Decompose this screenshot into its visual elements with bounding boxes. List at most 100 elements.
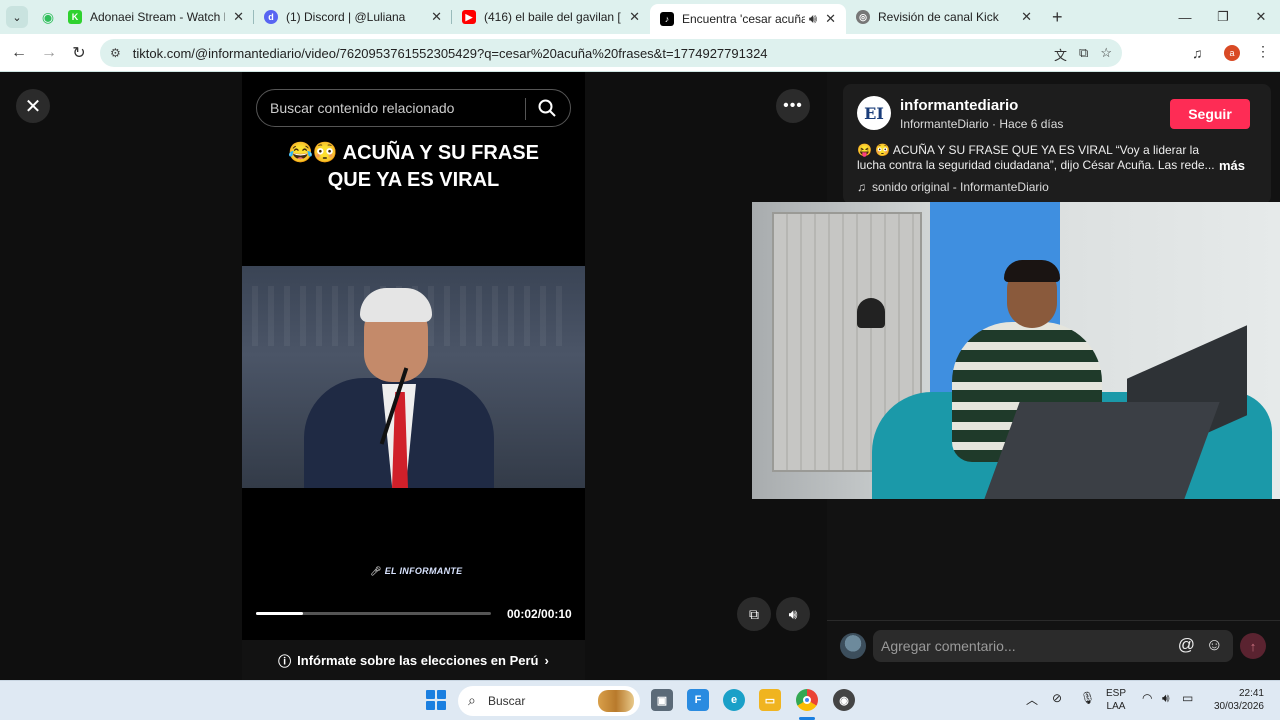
more-description-link[interactable]: más [1219, 158, 1245, 173]
youtube-icon: ▶ [462, 10, 476, 24]
language-indicator[interactable]: ESP LAA [1106, 687, 1126, 713]
author-avatar[interactable]: EI [857, 96, 891, 130]
close-video-button[interactable]: ✕ [16, 89, 50, 123]
new-tab-button[interactable]: + [1052, 7, 1063, 28]
sound-text: sonido original - InformanteDiario [872, 180, 1049, 194]
video-caption-overlay: 😂😳 ACUÑA Y SU FRASE QUE YA ES VIRAL [242, 140, 585, 194]
close-window-button[interactable]: ✕ [1242, 0, 1280, 34]
video-progress-bar[interactable] [256, 612, 491, 615]
tab-title: Encuentra 'cesar acuña fras [682, 12, 805, 26]
comment-input[interactable]: Agregar comentario... @ ☺ [873, 630, 1233, 662]
close-tab-icon[interactable]: ✕ [233, 9, 244, 25]
video-player[interactable]: Buscar contenido relacionado 😂😳 ACUÑA Y … [242, 72, 585, 680]
search-placeholder: Buscar contenido relacionado [270, 100, 455, 116]
sound-link[interactable]: ♫ sonido original - InformanteDiario [857, 180, 1049, 194]
watermark-text: EL INFORMANTE [384, 566, 463, 576]
search-icon: ⌕ [468, 692, 476, 708]
volume-button[interactable]: 🔊︎ [776, 597, 810, 631]
chrome-icon[interactable] [796, 689, 818, 711]
windows-start-icon[interactable] [426, 690, 446, 710]
send-comment-button[interactable]: ↑ [1240, 633, 1266, 659]
comment-bar: Agregar comentario... @ ☺ ↑ [827, 620, 1280, 680]
wifi-icon[interactable]: ◠ [1142, 691, 1152, 705]
globe-icon: ◎ [856, 10, 870, 24]
music-note-icon: ♫ [857, 180, 866, 194]
volume-icon[interactable]: 🔊︎ [1162, 691, 1170, 706]
whatsapp-icon[interactable]: ◉ [38, 9, 58, 26]
toolbar: ← → ↻ ⚙ tiktok.com/@informantediario/vid… [0, 34, 1280, 72]
chevron-right-icon: › [544, 652, 549, 668]
author-subtitle: InformanteDiario · Hace 6 días [900, 117, 1064, 131]
tiktok-icon: ♪ [660, 12, 674, 26]
reload-button[interactable]: ↻ [64, 43, 94, 63]
tab-strip: ⌄ ◉ K Adonaei Stream - Watch Live on ✕ d… [0, 0, 1280, 34]
tab-kick-stream[interactable]: K Adonaei Stream - Watch Live on ✕ [58, 0, 254, 34]
edge-icon[interactable]: e [723, 689, 745, 711]
comment-placeholder: Agregar comentario... [881, 638, 1016, 654]
kick-icon: K [68, 10, 82, 24]
author-username[interactable]: informantediario [900, 97, 1018, 114]
follow-button[interactable]: Seguir [1170, 99, 1250, 129]
close-tab-icon[interactable]: ✕ [629, 9, 640, 25]
tab-youtube[interactable]: ▶ (416) el baile del gavilan [chico ✕ [452, 0, 650, 34]
close-tab-icon[interactable]: ✕ [1021, 9, 1032, 25]
webcam-overlay [752, 202, 1280, 499]
back-button[interactable]: ← [4, 44, 34, 62]
translate-icon[interactable]: 文 [1054, 45, 1067, 64]
tab-title: Revisión de canal Kick [878, 10, 999, 24]
related-search-input[interactable]: Buscar contenido relacionado [256, 89, 571, 127]
file-explorer-icon[interactable]: ▭ [759, 689, 781, 711]
bookmark-star-icon[interactable]: ☆ [1100, 45, 1112, 64]
menu-kebab-icon[interactable]: ⋮ [1256, 43, 1270, 60]
info-icon: ⓘ [278, 653, 292, 669]
close-tab-icon[interactable]: ✕ [825, 11, 836, 27]
profile-initial: a [1224, 45, 1240, 61]
emoji-icon[interactable]: ☺ [1206, 635, 1223, 655]
clock-time: 22:41 [1238, 688, 1264, 699]
forward-button[interactable]: → [34, 44, 64, 62]
post-description: 😝 😳 ACUÑA Y SU FRASE QUE YA ES VIRAL “Vo… [857, 143, 1215, 172]
search-icon[interactable] [537, 98, 557, 118]
site-info-icon[interactable]: ⚙ [110, 46, 121, 60]
mention-icon[interactable]: @ [1178, 635, 1195, 655]
tab-title: Adonaei Stream - Watch Live on [90, 10, 225, 24]
clock-date: 30/03/2026 [1213, 701, 1264, 712]
pip-button[interactable]: ⧉ [737, 597, 771, 631]
elections-banner[interactable]: ⓘ Infórmate sobre las elecciones en Perú… [242, 640, 585, 680]
discord-icon: d [264, 10, 278, 24]
tab-tiktok[interactable]: ♪ Encuentra 'cesar acuña fras 🔊︎ ✕ [650, 4, 846, 34]
tab-title: (1) Discord | @Luliana [286, 10, 406, 24]
task-view-icon[interactable]: ▣ [651, 689, 673, 711]
tab-discord[interactable]: d (1) Discord | @Luliana ✕ [254, 0, 452, 34]
more-options-button[interactable]: ••• [776, 89, 810, 123]
video-frame [242, 266, 585, 488]
chevron-up-icon[interactable]: ︿ [1026, 691, 1038, 708]
elections-banner-text: Infórmate sobre las elecciones en Perú [297, 652, 539, 668]
install-app-icon[interactable]: ⧉ [1079, 45, 1088, 64]
tab-kick-review[interactable]: ◎ Revisión de canal Kick ✕ [846, 0, 1042, 34]
obs-icon[interactable]: ◉ [833, 689, 855, 711]
minimize-button[interactable]: — [1166, 0, 1204, 34]
tab-search-button[interactable]: ⌄ [6, 6, 28, 28]
caption-line-1: 😂😳 ACUÑA Y SU FRASE [288, 142, 539, 164]
url-text: tiktok.com/@informantediario/video/76209… [132, 45, 768, 61]
profile-avatar[interactable]: a [1224, 45, 1240, 61]
video-timecode: 00:02/00:10 [507, 607, 572, 621]
battery-icon[interactable]: ▭ [1182, 691, 1193, 705]
maximize-button[interactable]: ❐ [1204, 0, 1242, 34]
tab-title: (416) el baile del gavilan [chico [484, 10, 621, 24]
speaker-icon[interactable]: 🔊︎ [809, 11, 817, 27]
post-info-card: EI informantediario InformanteDiario · H… [843, 84, 1271, 204]
taskbar-search[interactable]: ⌕ Buscar [458, 686, 640, 716]
app-f-icon[interactable]: F [687, 689, 709, 711]
microphone-icon[interactable]: 🎙︎ [1080, 691, 1095, 705]
microphone-icon: 🎤︎ [370, 566, 382, 576]
address-bar[interactable]: ⚙ tiktok.com/@informantediario/video/762… [100, 39, 1122, 67]
no-location-icon[interactable]: ⊘ [1052, 691, 1062, 705]
media-controls-icon[interactable]: ♫ [1192, 45, 1203, 61]
close-tab-icon[interactable]: ✕ [431, 9, 442, 25]
user-avatar [840, 633, 866, 659]
system-clock[interactable]: 22:41 30/03/2026 [1208, 687, 1264, 713]
tiktok-video-page: ✕ Buscar contenido relacionado 😂😳 ACUÑA … [0, 72, 1280, 680]
lang-line-1: ESP [1106, 688, 1127, 699]
